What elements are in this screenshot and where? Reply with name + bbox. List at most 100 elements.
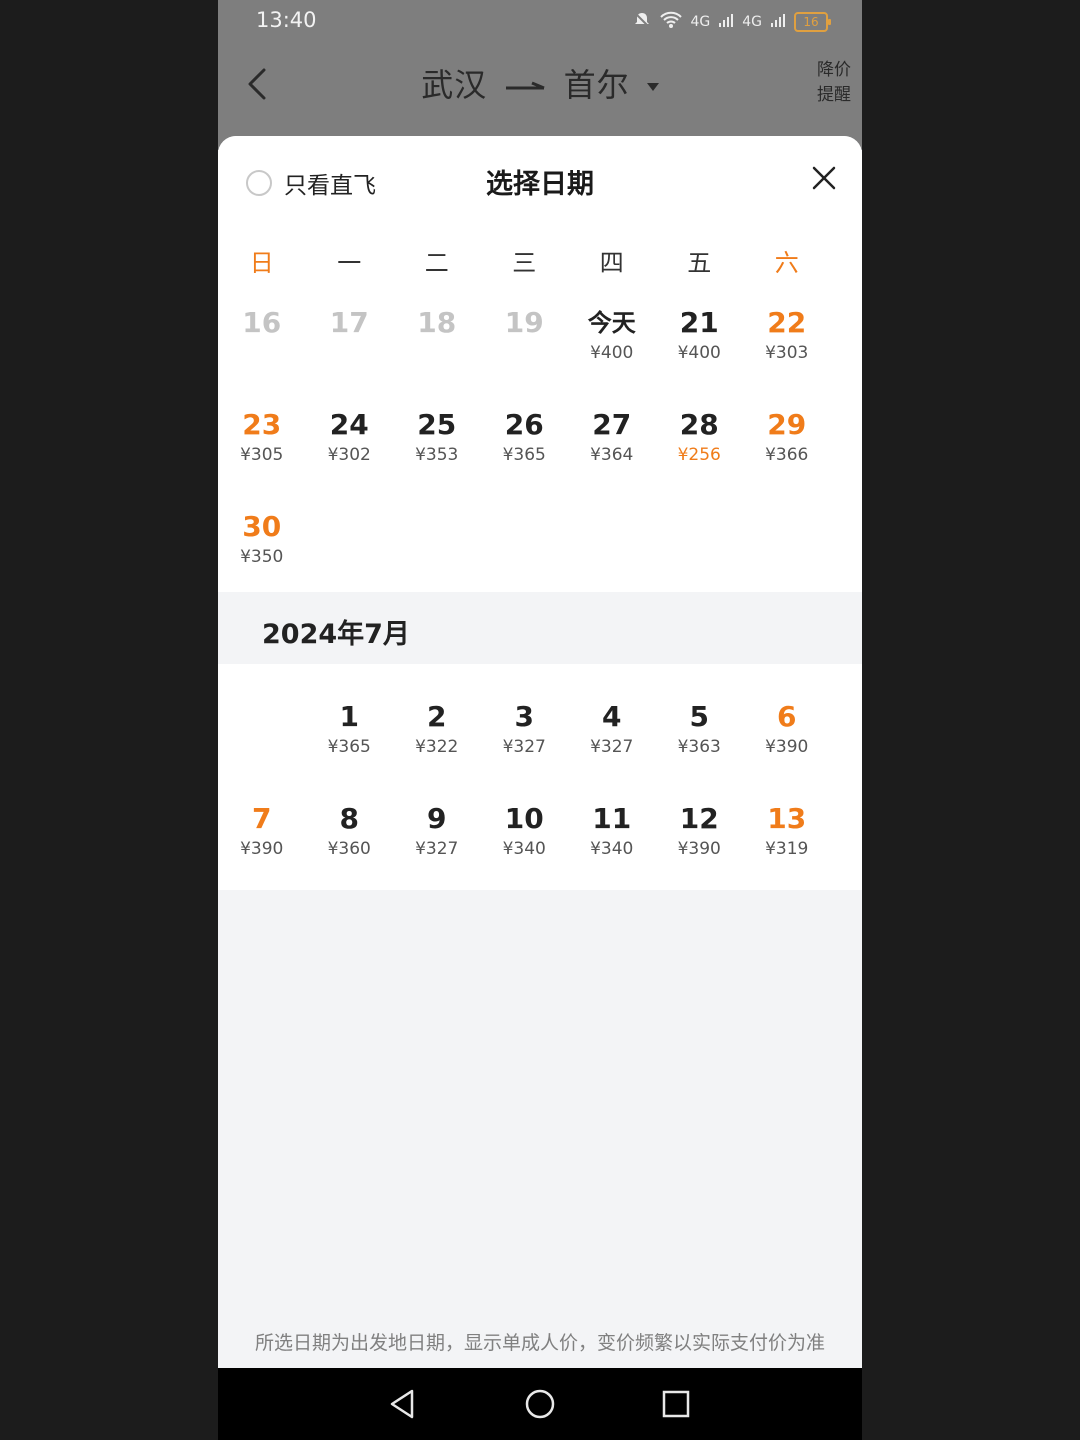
nav-back-icon[interactable] — [384, 1386, 420, 1422]
date-cell[interactable]: 25 ¥353 — [393, 394, 481, 496]
weekday-label: 日 — [249, 248, 274, 277]
date-price: ¥305 — [240, 445, 284, 465]
calendar-week-row: 23 ¥305 24 ¥302 25 ¥353 26 ¥365 27 ¥364 28 ¥25… — [218, 394, 862, 496]
date-cell[interactable]: 13 ¥319 — [743, 788, 831, 890]
date-number: 29 — [767, 408, 807, 441]
date-price: ¥366 — [765, 445, 809, 465]
date-cell[interactable]: 2 ¥322 — [393, 686, 481, 788]
top-bar: 13:40 4G 4G 16 武汉 首尔 降价 提醒 — [218, 0, 862, 150]
weekday-label: 四 — [599, 248, 624, 277]
date-cell[interactable]: 9 ¥327 — [393, 788, 481, 890]
date-price: ¥364 — [590, 445, 634, 465]
date-cell[interactable]: 29 ¥366 — [743, 394, 831, 496]
date-price: ¥327 — [415, 839, 459, 859]
date-cell[interactable]: 23 ¥305 — [218, 394, 306, 496]
date-number: 23 — [242, 408, 282, 441]
price-alert-button[interactable]: 降价 提醒 — [814, 58, 854, 108]
close-icon[interactable] — [810, 164, 838, 192]
sheet-title: 选择日期 — [486, 169, 594, 200]
signal-icon: 4G — [690, 14, 711, 30]
date-cell-disabled: 18 — [393, 292, 481, 394]
date-number: 21 — [679, 306, 719, 339]
date-cell[interactable]: 22 ¥303 — [743, 292, 831, 394]
nav-home-icon[interactable] — [522, 1386, 558, 1422]
date-cell[interactable]: 28 ¥256 — [656, 394, 744, 496]
date-cell-empty — [218, 686, 306, 788]
calendar-week-row: 16 17 18 19 今天 ¥400 21 ¥400 22 ¥303 — [218, 292, 862, 394]
route-arrow-icon — [506, 81, 545, 90]
date-cell[interactable]: 27 ¥364 — [568, 394, 656, 496]
date-price: ¥327 — [502, 737, 546, 757]
price-alert-label: 提醒 — [817, 85, 851, 105]
date-number: 1 — [339, 700, 359, 733]
date-cell-disabled: 17 — [306, 292, 394, 394]
date-cell[interactable]: 30 ¥350 — [218, 496, 306, 598]
date-number: 25 — [417, 408, 457, 441]
sheet-header: 只看直飞 选择日期 — [218, 136, 862, 228]
date-cell[interactable]: 26 ¥365 — [481, 394, 569, 496]
status-time: 13:40 — [256, 8, 317, 32]
date-number: 30 — [242, 510, 282, 543]
date-price: ¥363 — [677, 737, 721, 757]
system-nav-bar — [218, 1368, 862, 1440]
date-cell[interactable]: 21 ¥400 — [656, 292, 744, 394]
month-june: 日 一 二 三 四 五 六 16 17 18 19 今天 ¥400 21 ¥400 … — [218, 228, 862, 592]
weekday-label: 一 — [337, 248, 362, 277]
route-from: 武汉 — [421, 66, 488, 104]
calendar-week-row: 7 ¥390 8 ¥360 9 ¥327 10 ¥340 11 ¥340 12 ¥390 1… — [218, 788, 862, 890]
date-number: 8 — [339, 802, 359, 835]
date-number: 11 — [592, 802, 632, 835]
date-number: 2 — [427, 700, 447, 733]
date-number: 10 — [504, 802, 544, 835]
date-number: 7 — [252, 802, 272, 835]
date-price: ¥303 — [765, 343, 809, 363]
date-price: ¥302 — [327, 445, 371, 465]
date-cell[interactable]: 1 ¥365 — [306, 686, 394, 788]
date-cell[interactable]: 6 ¥390 — [743, 686, 831, 788]
date-price: ¥360 — [327, 839, 371, 859]
date-price-lowest: ¥256 — [677, 445, 721, 465]
date-price: ¥400 — [677, 343, 721, 363]
weekday-label: 二 — [424, 248, 449, 277]
date-price: ¥350 — [240, 547, 284, 567]
date-number: 16 — [242, 306, 282, 339]
date-price: ¥322 — [415, 737, 459, 757]
date-cell[interactable]: 11 ¥340 — [568, 788, 656, 890]
date-cell-disabled: 19 — [481, 292, 569, 394]
date-price: ¥365 — [502, 445, 546, 465]
date-price: ¥327 — [590, 737, 634, 757]
date-price: ¥390 — [240, 839, 284, 859]
date-number: 13 — [767, 802, 807, 835]
date-price: ¥365 — [327, 737, 371, 757]
date-number: 3 — [514, 700, 534, 733]
date-cell[interactable]: 12 ¥390 — [656, 788, 744, 890]
date-number: 19 — [504, 306, 544, 339]
date-number: 22 — [767, 306, 807, 339]
date-number: 6 — [777, 700, 797, 733]
date-number: 18 — [417, 306, 457, 339]
date-cell[interactable]: 4 ¥327 — [568, 686, 656, 788]
month-title: 2024年7月 — [262, 619, 410, 650]
date-cell[interactable]: 7 ¥390 — [218, 788, 306, 890]
date-cell[interactable]: 24 ¥302 — [306, 394, 394, 496]
route-title[interactable]: 武汉 首尔 — [218, 60, 862, 106]
date-price: ¥319 — [765, 839, 809, 859]
date-cell-today[interactable]: 今天 ¥400 — [568, 292, 656, 394]
nav-recents-icon[interactable] — [658, 1386, 694, 1422]
battery-icon: 16 — [794, 12, 831, 32]
date-price: ¥400 — [590, 343, 634, 363]
date-cell-disabled: 16 — [218, 292, 306, 394]
month-july: 1 ¥365 2 ¥322 3 ¥327 4 ¥327 5 ¥363 6 ¥390 7 ¥39… — [218, 664, 862, 890]
date-cell[interactable]: 8 ¥360 — [306, 788, 394, 890]
date-cell[interactable]: 5 ¥363 — [656, 686, 744, 788]
signal-icon — [718, 12, 734, 32]
weekday-header: 日 一 二 三 四 五 六 — [218, 228, 862, 292]
signal-icon — [770, 12, 786, 32]
date-number: 26 — [504, 408, 544, 441]
weekday-label: 六 — [774, 248, 799, 277]
date-number: 28 — [679, 408, 719, 441]
date-number: 5 — [689, 700, 709, 733]
date-cell[interactable]: 10 ¥340 — [481, 788, 569, 890]
date-price: ¥390 — [677, 839, 721, 859]
date-cell[interactable]: 3 ¥327 — [481, 686, 569, 788]
